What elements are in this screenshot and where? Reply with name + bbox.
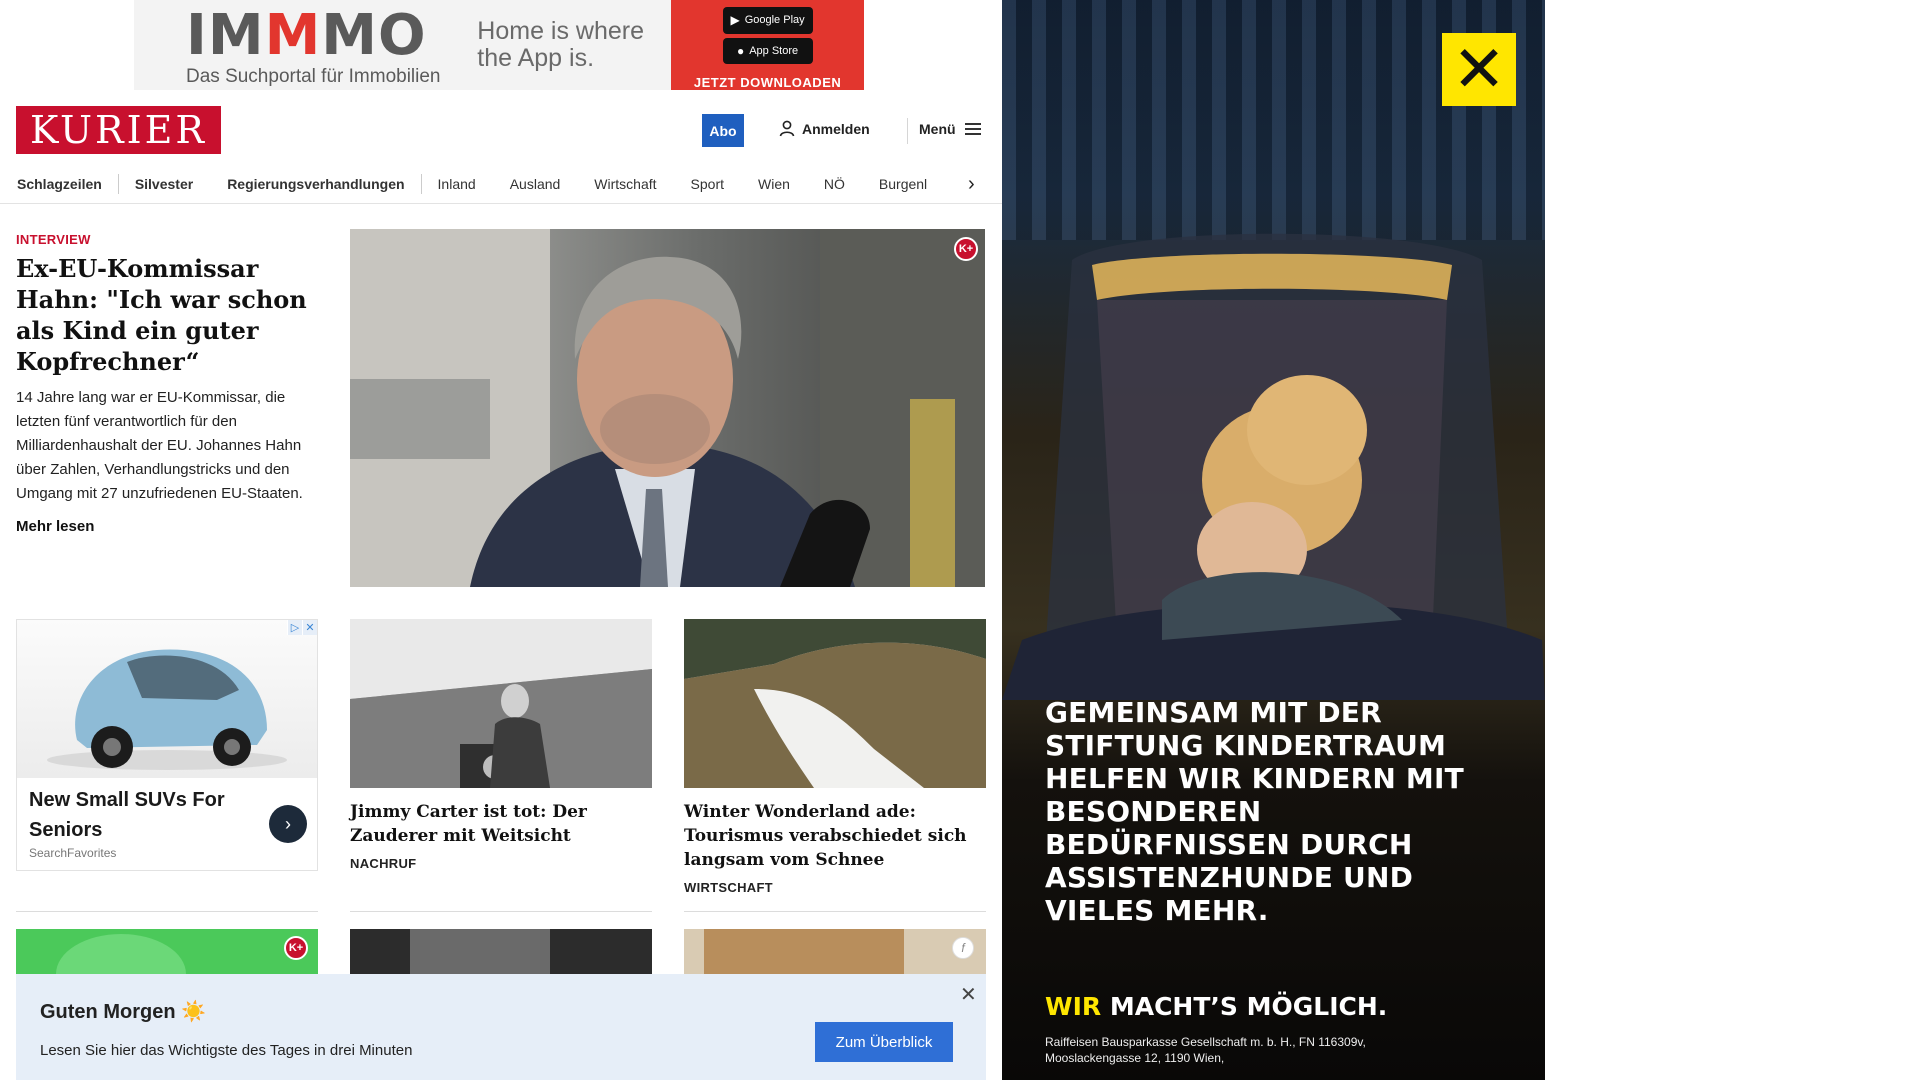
apple-icon: ● — [736, 43, 745, 58]
ad-brand-logo: IMMMO — [186, 3, 427, 68]
row-divider — [684, 911, 986, 912]
article-tag: WIRTSCHAFT — [684, 880, 773, 895]
ski-slope-photo — [684, 619, 986, 788]
nav-item-ausland[interactable]: Ausland — [510, 176, 561, 192]
article-card-winter[interactable]: Winter Wonderland ade: Touris­mus verabs… — [684, 619, 986, 895]
nav-fade — [940, 164, 990, 203]
ad-image: ▷ ✕ — [17, 620, 317, 778]
nav-item-wirtschaft[interactable]: Wirtschaft — [594, 176, 656, 192]
ad-download-label[interactable]: JETZT DOWNLOADEN — [694, 75, 841, 90]
app-store-label: App Store — [749, 44, 799, 57]
car-illustration — [47, 649, 287, 770]
notice-title: Guten Morgen ☀️ — [40, 999, 206, 1024]
login-label: Anmelden — [802, 120, 870, 137]
nav-item-burgenland[interactable]: Burgenl — [879, 176, 927, 192]
ad-title[interactable]: New Small SUVs For Seniors — [29, 785, 249, 845]
header-divider — [907, 118, 908, 144]
sponsored-ad-card[interactable]: ▷ ✕ New Small SUVs For Seniors SearchFav… — [16, 619, 318, 871]
row-divider — [350, 911, 652, 912]
menu-label: Menü — [919, 121, 956, 137]
ad-source: SearchFavorites — [29, 846, 117, 860]
overview-button[interactable]: Zum Überblick — [815, 1022, 953, 1062]
sun-icon: ☀️ — [181, 1001, 207, 1023]
nav-item-wien[interactable]: Wien — [758, 176, 790, 192]
app-store-button[interactable]: ● App Store — [722, 37, 813, 64]
read-more-link[interactable]: Mehr lesen — [16, 518, 318, 535]
kurier-plus-badge: K+ — [954, 237, 978, 261]
ad-slogan: Home is where the App is. — [477, 17, 645, 72]
ad-headline: GEMEINSAM MIT DER STIFTUNG KINDERTRAUM H… — [1045, 696, 1464, 927]
row-divider — [16, 911, 318, 912]
lead-kicker: INTERVIEW — [16, 232, 91, 247]
article-image[interactable] — [350, 619, 652, 788]
lead-image[interactable]: K+ — [350, 229, 985, 587]
lead-teaser: 14 Jahre lang war er EU-Kommissar, die l… — [16, 389, 303, 502]
nav-item-regierungsverhandlungen[interactable]: Regierungsverhandlungen — [227, 176, 404, 192]
login-button[interactable]: Anmelden — [779, 120, 870, 137]
article-headline[interactable]: Winter Wonderland ade: Touris­mus verabs… — [684, 800, 986, 872]
ad-claim-rest: MACHT’S MÖGLICH. — [1109, 992, 1388, 1021]
user-icon — [779, 120, 795, 137]
lead-headline[interactable]: Ex-EU-Kommissar Hahn: "Ich war schon als… — [16, 253, 318, 377]
nav-item-inland[interactable]: Inland — [438, 176, 476, 192]
nav-divider — [117, 174, 119, 194]
ad-choices[interactable]: ▷ ✕ — [287, 620, 317, 635]
nav-divider — [420, 174, 422, 194]
play-store-icon: ▶ — [730, 13, 740, 28]
hamburger-icon — [964, 120, 981, 138]
google-play-button[interactable]: ▶ Google Play — [722, 7, 813, 34]
ad-close-icon[interactable]: ✕ — [302, 620, 317, 635]
google-play-label: Google Play — [744, 14, 805, 27]
section-nav: Schlagzeilen Silvester Regierungsverhand… — [0, 164, 1002, 204]
lead-photo — [350, 229, 985, 587]
chevron-right-icon[interactable]: › — [269, 805, 307, 843]
adchoices-icon[interactable]: ▷ — [287, 620, 302, 635]
article-image[interactable] — [684, 619, 986, 788]
article-tag: NACHRUF — [350, 856, 417, 871]
nav-item-sport[interactable]: Sport — [691, 176, 724, 192]
ad-claim-highlight: WIR — [1045, 992, 1102, 1021]
ad-store-panel: ▶ Google Play ● App Store JETZT DOWNLOAD… — [671, 0, 864, 90]
footnote-badge: f — [952, 937, 974, 959]
abo-button[interactable]: Abo — [702, 114, 744, 147]
carter-photo — [350, 619, 652, 788]
notice-text: Lesen Sie hier das Wichtigste des Tages … — [40, 1042, 413, 1059]
kurier-plus-badge: K+ — [284, 936, 308, 960]
ad-claim: WIR MACHT’S MÖGLICH. — [1045, 992, 1387, 1021]
nav-item-noe[interactable]: NÖ — [824, 176, 845, 192]
ad-fineprint: Raiffeisen Bausparkasse Gesellschaft m. … — [1045, 1035, 1366, 1065]
nav-item-silvester[interactable]: Silvester — [135, 176, 193, 192]
top-ad-banner[interactable]: IMMMO Das Suchportal für Immobilien Home… — [134, 0, 864, 90]
ad-brand-block: IMMMO Das Suchportal für Immobilien — [134, 0, 477, 90]
kurier-logo[interactable]: KURIER — [16, 106, 221, 154]
skyscraper-ad[interactable]: ✕ GEMEINSAM MIT DER STIFTUNG KINDERTRAUM… — [1002, 0, 1545, 1080]
nav-scroll-right-icon[interactable]: › — [968, 173, 975, 196]
ad-brand-subtitle: Das Suchportal für Immobilien — [186, 66, 441, 87]
lead-story[interactable]: INTERVIEW Ex-EU-Kommissar Hahn: "Ich war… — [16, 232, 318, 535]
menu-button[interactable]: Menü — [919, 120, 981, 138]
close-icon[interactable]: ✕ — [960, 982, 977, 1007]
article-headline[interactable]: Jimmy Carter ist tot: Der Zauderer mit W… — [350, 800, 652, 848]
notice-title-text: Guten Morgen — [40, 1001, 176, 1023]
nav-item-schlagzeilen[interactable]: Schlagzeilen — [17, 176, 102, 192]
section-nav-list: Schlagzeilen Silvester Regierungsverhand… — [17, 164, 977, 203]
raiffeisen-logo-icon[interactable]: ✕ — [1442, 33, 1516, 106]
morning-briefing-banner: Guten Morgen ☀️ Lesen Sie hier das Wicht… — [16, 974, 986, 1080]
article-card-carter[interactable]: Jimmy Carter ist tot: Der Zauderer mit W… — [350, 619, 652, 871]
